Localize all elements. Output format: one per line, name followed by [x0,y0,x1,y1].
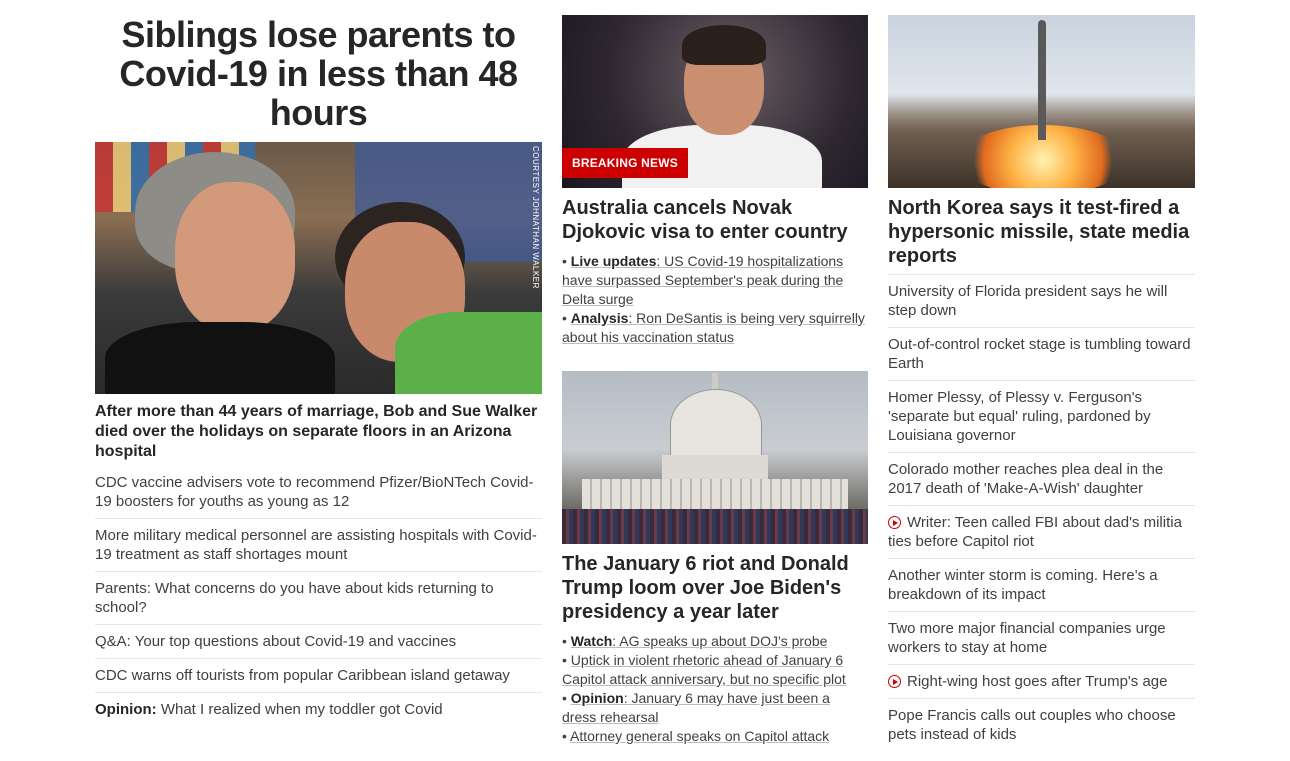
photo-rocket [1038,20,1046,140]
list-item[interactable]: Out-of-control rocket stage is tumbling … [888,327,1195,380]
bullet-text: Attorney general speaks on Capitol attac… [570,728,830,744]
col3-link-list: University of Florida president says he … [888,274,1195,751]
list-item[interactable]: More military medical personnel are assi… [95,519,542,572]
bullet-item[interactable]: • Attorney general speaks on Capitol att… [562,727,868,746]
col1-link-list: CDC vaccine advisers vote to recommend P… [95,466,542,726]
bullet-item[interactable]: • Analysis: Ron DeSantis is being very s… [562,309,868,347]
list-item[interactable]: Another winter storm is coming. Here's a… [888,558,1195,611]
link-text: Writer: Teen called FBI about dad's mili… [888,514,1182,550]
bullet-item[interactable]: • Watch: AG speaks up about DOJ's probe [562,632,868,651]
link-text: Two more major financial companies urge … [888,620,1166,656]
djokovic-bullets: • Live updates: US Covid-19 hospitalizat… [562,252,868,347]
djokovic-photo[interactable]: BREAKING NEWS [562,15,868,188]
north-korea-headline[interactable]: North Korea says it test-fired a hyperso… [888,196,1195,268]
link-text: More military medical personnel are assi… [95,527,537,563]
bullet-item[interactable]: • Opinion: January 6 may have just been … [562,689,868,727]
bullet-item[interactable]: • Live updates: US Covid-19 hospitalizat… [562,252,868,309]
list-item[interactable]: Pope Francis calls out couples who choos… [888,698,1195,751]
list-item[interactable]: Homer Plessy, of Plessy v. Ferguson's 's… [888,380,1195,452]
list-item[interactable]: Colorado mother reaches plea deal in the… [888,452,1195,505]
link-text: Homer Plessy, of Plessy v. Ferguson's 's… [888,389,1151,444]
column-right: North Korea says it test-fired a hyperso… [888,15,1195,751]
column-middle: BREAKING NEWS Australia cancels Novak Dj… [562,15,868,746]
list-item[interactable]: Opinion: What I realized when my toddler… [95,693,542,726]
bullet-text: : AG speaks up about DOJ's probe [612,633,828,649]
link-text: CDC warns off tourists from popular Cari… [95,667,510,684]
djokovic-headline[interactable]: Australia cancels Novak Djokovic visa to… [562,196,868,244]
link-text: University of Florida president says he … [888,283,1168,319]
capitol-photo[interactable] [562,371,868,544]
bullet-label: Analysis [570,310,629,326]
hero-headline[interactable]: Siblings lose parents to Covid-19 in les… [95,15,542,132]
link-text: What I realized when my toddler got Covi… [156,701,443,718]
photo-woman-shirt [395,312,542,394]
list-item[interactable]: Writer: Teen called FBI about dad's mili… [888,505,1195,558]
list-item[interactable]: Right-wing host goes after Trump's age [888,664,1195,698]
video-play-icon [888,516,901,529]
photo-man-face [175,182,295,332]
hero-subhead[interactable]: After more than 44 years of marriage, Bo… [95,402,542,462]
photo-credit: COURTESY JOHNATHAN WALKER [531,146,540,289]
photo-hair [682,25,766,65]
bullet-item[interactable]: • Uptick in violent rhetoric ahead of Ja… [562,651,868,689]
column-left: Siblings lose parents to Covid-19 in les… [95,15,542,726]
jan6-bullets: • Watch: AG speaks up about DOJ's probe … [562,632,868,746]
photo-dome [670,389,762,461]
list-item[interactable]: Two more major financial companies urge … [888,611,1195,664]
list-item[interactable]: CDC vaccine advisers vote to recommend P… [95,466,542,519]
breaking-news-badge: BREAKING NEWS [562,148,688,178]
video-play-icon [888,675,901,688]
link-text: Right-wing host goes after Trump's age [907,673,1168,690]
link-prefix: Opinion: [95,701,157,718]
link-text: Parents: What concerns do you have about… [95,580,494,616]
photo-man-shirt [105,322,335,394]
bullet-label: Opinion [570,690,624,706]
bullet-label: Live updates [570,253,657,269]
link-text: CDC vaccine advisers vote to recommend P… [95,474,534,510]
photo-crowd [562,509,868,544]
jan6-headline[interactable]: The January 6 riot and Donald Trump loom… [562,552,868,624]
link-text: Q&A: Your top questions about Covid-19 a… [95,633,457,650]
bullet-text: Uptick in violent rhetoric ahead of Janu… [562,652,846,687]
link-text: Out-of-control rocket stage is tumbling … [888,336,1191,372]
link-text: Pope Francis calls out couples who choos… [888,707,1176,743]
link-text: Colorado mother reaches plea deal in the… [888,461,1164,497]
missile-photo[interactable] [888,15,1195,188]
list-item[interactable]: Q&A: Your top questions about Covid-19 a… [95,625,542,659]
link-text: Another winter storm is coming. Here's a… [888,567,1158,603]
list-item[interactable]: University of Florida president says he … [888,274,1195,327]
hero-photo[interactable]: COURTESY JOHNATHAN WALKER [95,142,542,394]
list-item[interactable]: CDC warns off tourists from popular Cari… [95,659,542,693]
bullet-label: Watch [570,633,613,649]
list-item[interactable]: Parents: What concerns do you have about… [95,572,542,625]
